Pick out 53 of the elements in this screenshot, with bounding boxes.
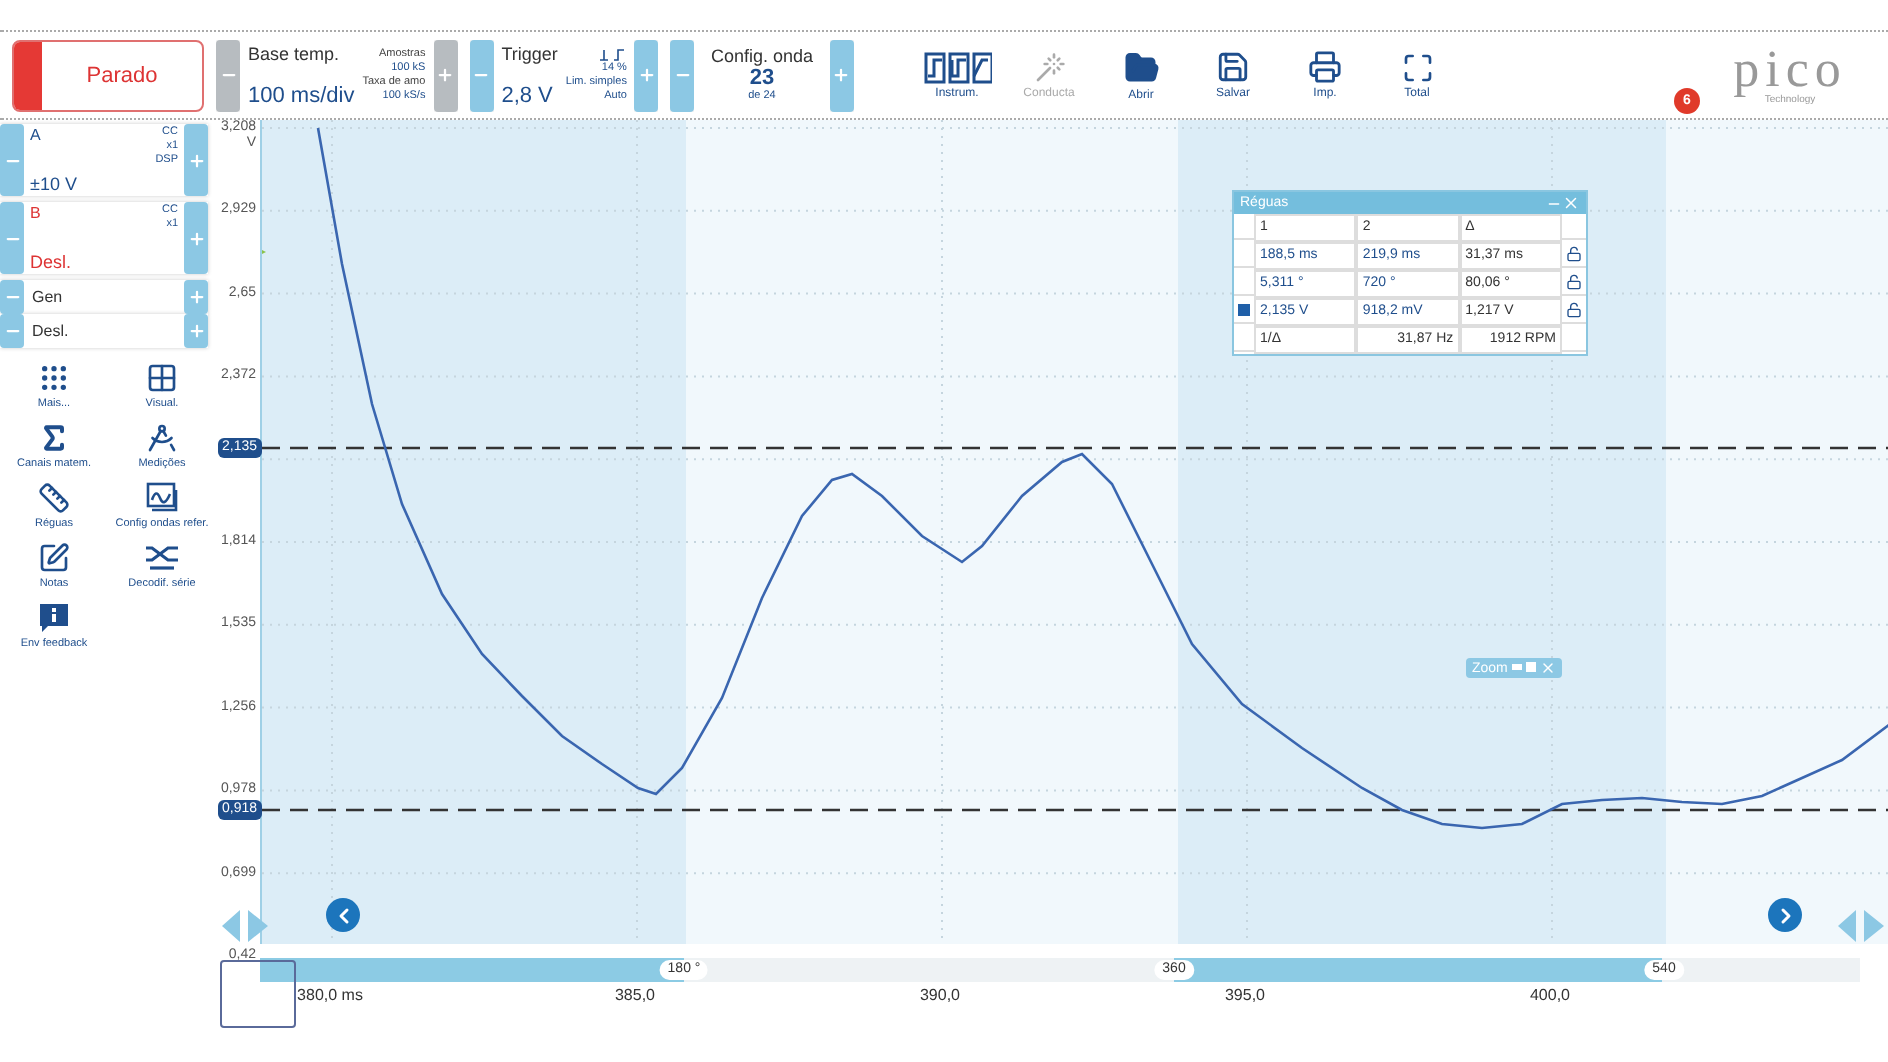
plus-button[interactable] bbox=[184, 124, 208, 196]
fit-view-icon bbox=[1401, 51, 1433, 83]
wand-icon bbox=[1033, 51, 1065, 83]
compass-icon bbox=[146, 422, 178, 454]
minus-button[interactable] bbox=[0, 202, 24, 274]
plus-icon bbox=[187, 229, 205, 247]
axis-tick-label: 395,0 bbox=[1224, 986, 1266, 1004]
plus-button[interactable] bbox=[184, 202, 208, 274]
sigma-icon bbox=[38, 422, 70, 454]
minus-button[interactable] bbox=[0, 280, 24, 314]
zoom-icons bbox=[1511, 662, 1536, 674]
plus-icon bbox=[637, 66, 656, 84]
axis-tick-label: 390,0 bbox=[919, 986, 961, 1004]
unlock-icon[interactable] bbox=[1565, 274, 1582, 290]
minus-button[interactable] bbox=[0, 124, 24, 196]
minus-button[interactable] bbox=[469, 39, 494, 111]
ruler-icon bbox=[38, 482, 70, 514]
waveform-image-icon bbox=[146, 482, 178, 514]
scroll-right-button[interactable] bbox=[1768, 898, 1802, 932]
stop-button[interactable]: Parado bbox=[12, 39, 204, 111]
plus-button[interactable] bbox=[184, 280, 208, 314]
close-icon[interactable] bbox=[1539, 660, 1556, 676]
trigger-edge-icon bbox=[598, 47, 627, 61]
unlock-icon[interactable] bbox=[1565, 302, 1582, 318]
plus-icon bbox=[187, 288, 205, 306]
grid-icon bbox=[146, 362, 178, 394]
axis-tick-label: 400,0 bbox=[1529, 986, 1571, 1004]
trigger-marker-icon bbox=[262, 246, 266, 258]
plus-button[interactable] bbox=[829, 39, 853, 111]
minus-button[interactable] bbox=[670, 39, 695, 111]
generator-setting: Gen bbox=[30, 286, 65, 310]
note-pen-icon bbox=[38, 542, 70, 574]
scroll-right-arrows-icon[interactable] bbox=[1836, 908, 1888, 944]
plus-button[interactable] bbox=[184, 314, 208, 348]
folder-icon bbox=[1123, 49, 1159, 85]
feedback-icon bbox=[38, 602, 70, 634]
minus-button[interactable] bbox=[0, 314, 24, 348]
printer-icon bbox=[1308, 50, 1342, 84]
axis-tick-label: 380,0 ms bbox=[297, 986, 363, 1004]
plus-icon bbox=[832, 66, 850, 84]
plus-icon bbox=[187, 151, 205, 169]
generator-setting: Desl. bbox=[30, 320, 71, 344]
axis-tick-label: 385,0 bbox=[614, 986, 656, 1004]
serial-decode-icon bbox=[144, 542, 180, 574]
plus-icon bbox=[436, 66, 455, 84]
plus-button[interactable] bbox=[634, 39, 659, 111]
plus-icon bbox=[187, 322, 205, 340]
square-wave-icon bbox=[923, 51, 991, 83]
dots-grid-icon bbox=[38, 362, 70, 394]
close-icon[interactable] bbox=[1562, 194, 1580, 212]
unlock-icon[interactable] bbox=[1565, 246, 1582, 262]
selection-frame bbox=[220, 960, 296, 1028]
save-icon bbox=[1216, 50, 1250, 84]
